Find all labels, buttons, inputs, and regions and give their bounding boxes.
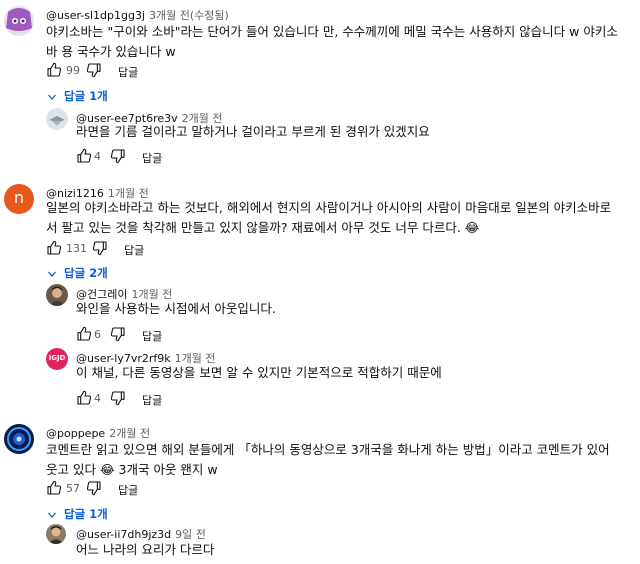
comment-text: 일본의 야키소바라고 하는 것보다, 해외에서 현지의 사람이거나 아시아의 사…	[46, 200, 612, 235]
avatar[interactable]	[4, 424, 34, 454]
reply-thread: IGJD @user-ly7vr2rf9k 1개월 전 이 채널, 다른 동영상을…	[0, 346, 640, 410]
comment-text: 야키소바는 "구이와 소바"라는 단어가 들어 있습니다 만, 수수께끼에 메밀…	[46, 24, 618, 59]
avatar[interactable]: IGJD	[46, 348, 68, 370]
like-count: 57	[66, 482, 80, 495]
author-handle[interactable]: @user-sl1dp1gg3j	[46, 9, 145, 22]
like-count: 4	[94, 392, 101, 405]
thumbs-up-icon[interactable]	[46, 62, 62, 78]
reply-button[interactable]: 답글	[118, 482, 138, 498]
comment-text: 이 채널, 다른 동영상을 보면 알 수 있지만 기본적으로 적합하기 때문에	[76, 365, 442, 380]
reply-button[interactable]: 답글	[118, 64, 138, 80]
comment-thread: @user-sl1dp1gg3j 3개월 전(수정됨) 야키소바는 "구이와 소바…	[0, 0, 640, 86]
avatar-image	[4, 6, 34, 36]
avatar-image	[46, 284, 68, 306]
reply-button[interactable]: 답글	[142, 150, 162, 166]
avatar[interactable]	[46, 524, 66, 544]
reply-thread: @user-ii7dh9jz3d 9일 전 어느 나라의 요리가 다르다	[0, 522, 640, 564]
chevron-down-icon	[48, 512, 56, 518]
avatar[interactable]	[4, 6, 34, 36]
chevron-down-icon	[48, 94, 56, 100]
avatar-text: IGJD	[48, 354, 66, 362]
thumbs-down-icon[interactable]	[92, 240, 108, 256]
comment-actions: 57 답글	[46, 480, 246, 498]
comment-thread: n @nizi1216 1개월 전 일본의 야키소바라고 하는 것보다, 해외에서…	[0, 180, 640, 268]
like-count: 6	[94, 328, 101, 341]
avatar-image	[46, 108, 68, 130]
thumbs-down-icon[interactable]	[110, 326, 126, 342]
reply-thread: @user-ee7pt6re3v 2개월 전 라면을 기름 걸이라고 말하거나 걸…	[0, 106, 640, 176]
thumbs-down-icon[interactable]	[110, 390, 126, 406]
comment-meta: @poppepe 2개월 전	[46, 425, 150, 441]
comment-meta: @user-sl1dp1gg3j 3개월 전(수정됨)	[46, 7, 229, 23]
replies-count-label: 답글 1개	[64, 507, 108, 521]
like-count: 131	[66, 242, 87, 255]
comment-time[interactable]: 2개월 전	[109, 427, 150, 440]
author-handle[interactable]: @poppepe	[46, 427, 105, 440]
reply-button[interactable]: 답글	[142, 392, 162, 408]
thumbs-down-icon[interactable]	[110, 148, 126, 164]
chevron-down-icon	[48, 271, 56, 277]
comment-text: 코멘트란 읽고 있으면 해외 분들에게 「하나의 동영상으로 3개국을 화나게 …	[46, 442, 610, 477]
comment-thread: @poppepe 2개월 전 코멘트란 읽고 있으면 해외 분들에게 「하나의 동…	[0, 420, 640, 504]
avatar-image	[46, 524, 66, 544]
reply-button[interactable]: 답글	[142, 328, 162, 344]
thumbs-up-icon[interactable]	[76, 148, 92, 164]
comment-text: 어느 나라의 요리가 다르다	[76, 542, 215, 557]
avatar[interactable]: n	[4, 184, 34, 214]
comment-actions: 6 답글	[76, 326, 256, 344]
like-count: 4	[94, 150, 101, 163]
comment-actions: 99 답글	[46, 62, 246, 80]
avatar[interactable]	[46, 284, 68, 306]
thumbs-up-icon[interactable]	[46, 240, 62, 256]
comment-text: 와인을 사용하는 시점에서 아웃입니다.	[76, 301, 276, 316]
replies-count-label: 답글 2개	[64, 266, 108, 280]
avatar-letter: n	[13, 188, 25, 207]
comment-actions: 4 답글	[76, 148, 256, 166]
replies-count-label: 답글 1개	[64, 89, 108, 103]
thumbs-up-icon[interactable]	[46, 480, 62, 496]
thumbs-down-icon[interactable]	[86, 480, 102, 496]
avatar[interactable]	[46, 108, 68, 130]
like-count: 99	[66, 64, 80, 77]
view-replies-button[interactable]: 답글 1개	[46, 506, 108, 522]
reply-thread: @건그레이 1개월 전 와인을 사용하는 시점에서 아웃입니다. 6 답글	[0, 282, 640, 344]
view-replies-button[interactable]: 답글 2개	[46, 265, 108, 281]
view-replies-button[interactable]: 답글 1개	[46, 88, 108, 104]
reply-button[interactable]: 답글	[124, 242, 144, 258]
thumbs-up-icon[interactable]	[76, 390, 92, 406]
comment-actions: 4 답글	[76, 390, 256, 408]
comment-time[interactable]: 3개월 전(수정됨)	[149, 9, 229, 22]
avatar-image	[4, 424, 34, 454]
thumbs-down-icon[interactable]	[86, 62, 102, 78]
thumbs-up-icon[interactable]	[76, 326, 92, 342]
comment-actions: 131 답글	[46, 240, 246, 258]
comment-text: 라면을 기름 걸이라고 말하거나 걸이라고 부르게 된 경위가 있겠지요	[76, 124, 430, 139]
